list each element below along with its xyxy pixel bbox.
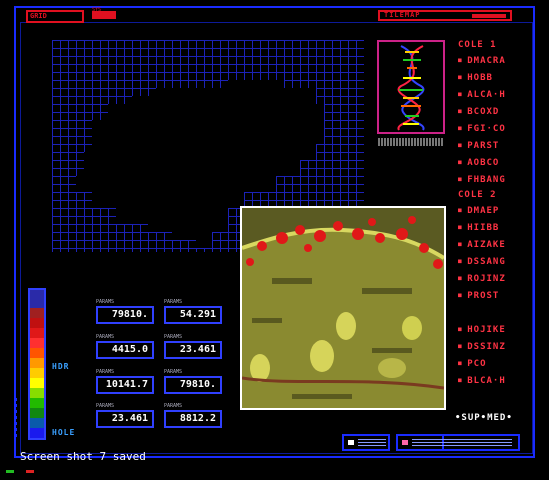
readout-value: 4415.0: [111, 344, 148, 355]
title-sub-label: SYS: [92, 7, 102, 13]
title-sub-badge: SYS: [92, 7, 116, 19]
readout-caption: PARAMS: [96, 334, 115, 340]
tilemap-panel-header[interactable]: TILEMAP: [378, 10, 512, 21]
palette-swatch[interactable]: [30, 290, 44, 308]
readout-caption: PARAMS: [164, 369, 183, 375]
readout-box[interactable]: PARAMS 4415.0: [96, 334, 154, 359]
palette-label-top: HDR: [52, 362, 70, 371]
readout-value: 54.291: [179, 309, 216, 320]
readout-box[interactable]: PARAMS 79810.: [164, 369, 222, 394]
palette-swatch[interactable]: [30, 318, 44, 328]
list-item[interactable]: HIIBB: [458, 219, 538, 236]
readout-value: 79810.: [179, 379, 216, 390]
palette-label-bottom: HOLE: [52, 428, 76, 437]
list-item[interactable]: AIZAKE: [458, 236, 538, 253]
side-tick-marks: [14, 398, 17, 438]
list-item[interactable]: ROJINZ: [458, 270, 538, 287]
list-item[interactable]: PARST: [458, 137, 538, 154]
list-item[interactable]: AOBCO: [458, 154, 538, 171]
save-button[interactable]: [342, 434, 390, 451]
micrograph-art: [242, 208, 444, 408]
list-item[interactable]: FGI·CO: [458, 120, 538, 137]
color-palette[interactable]: [28, 288, 46, 440]
readout-value: 23.461: [111, 413, 148, 424]
list-item[interactable]: BLCA·H: [458, 372, 538, 389]
cell-micrograph-image: [240, 206, 446, 410]
palette-swatch[interactable]: [30, 348, 44, 358]
palette-swatch[interactable]: [30, 388, 44, 398]
readout-value: 10141.7: [105, 379, 148, 390]
palette-swatch[interactable]: [30, 338, 44, 348]
readout-value: 8812.2: [179, 413, 216, 424]
list-item[interactable]: DSSINZ: [458, 338, 538, 355]
list-item[interactable]: HOBB: [458, 69, 538, 86]
palette-swatch[interactable]: [30, 378, 44, 388]
tilemap-panel-bar: [472, 14, 506, 18]
list-item[interactable]: PROST: [458, 287, 538, 304]
palette-swatch[interactable]: [30, 428, 44, 438]
options-button[interactable]: [436, 434, 520, 451]
flag-icon: [402, 440, 408, 445]
list-item[interactable]: FHBANG: [458, 171, 538, 188]
side-list: COLE 1 DMACRA HOBB ALCA·H BCOXD FGI·CO P…: [458, 38, 538, 389]
status-led-green: [6, 470, 14, 473]
readout-caption: PARAMS: [164, 299, 183, 305]
dna-helix-graphic: [397, 45, 425, 131]
status-message: Screen shot 7 saved: [20, 450, 146, 463]
palette-swatch[interactable]: [30, 308, 44, 318]
readout-caption: PARAMS: [164, 334, 183, 340]
list-item[interactable]: ALCA·H: [458, 86, 538, 103]
tilemap-panel-label: TILEMAP: [384, 11, 421, 19]
readout-box[interactable]: PARAMS 23.461: [164, 334, 222, 359]
list-item[interactable]: DSSANG: [458, 253, 538, 270]
list-item[interactable]: PCO: [458, 355, 538, 372]
group1-header: COLE 1: [458, 40, 497, 50]
palette-swatch[interactable]: [30, 408, 44, 418]
list-item[interactable]: DMAEP: [458, 202, 538, 219]
palette-swatch[interactable]: [30, 328, 44, 338]
title-label: GRID: [30, 12, 47, 20]
palette-swatch[interactable]: [30, 358, 44, 368]
sup-med-label: •SUP•MED•: [455, 413, 513, 423]
group2-header: COLE 2: [458, 190, 497, 200]
title-badge[interactable]: GRID: [26, 10, 84, 23]
list-item[interactable]: DMACRA: [458, 52, 538, 69]
readout-box[interactable]: PARAMS 23.461: [96, 403, 154, 428]
dna-helix-icon: [377, 40, 445, 134]
status-led-red: [26, 470, 34, 473]
readout-caption: PARAMS: [96, 369, 115, 375]
readout-box[interactable]: PARAMS 10141.7: [96, 369, 154, 394]
palette-swatch[interactable]: [30, 368, 44, 378]
readout-box[interactable]: PARAMS 79810.: [96, 299, 154, 324]
readout-value: 23.461: [179, 344, 216, 355]
dna-caption-strip: [378, 138, 444, 146]
list-item[interactable]: HOJIKE: [458, 321, 538, 338]
palette-swatch[interactable]: [30, 418, 44, 428]
readout-caption: PARAMS: [96, 299, 115, 305]
readout-box[interactable]: PARAMS 54.291: [164, 299, 222, 324]
readout-box[interactable]: PARAMS 8812.2: [164, 403, 222, 428]
palette-swatch[interactable]: [30, 398, 44, 408]
list-item[interactable]: BCOXD: [458, 103, 538, 120]
button-lines: [440, 439, 512, 447]
readout-value: 79810.: [111, 309, 148, 320]
readout-caption: PARAMS: [164, 403, 183, 409]
button-lines: [358, 439, 386, 447]
readout-caption: PARAMS: [96, 403, 115, 409]
save-icon: [348, 440, 354, 445]
